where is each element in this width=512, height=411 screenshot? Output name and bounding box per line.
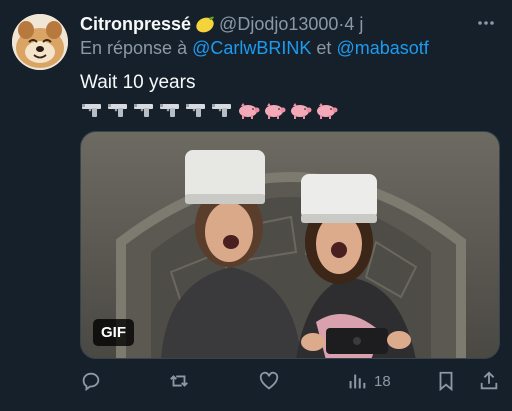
- tweet-text: Wait 10 years: [80, 72, 196, 93]
- water-pistol-emoji-icon: [134, 104, 153, 117]
- retweet-button[interactable]: [168, 366, 190, 396]
- bookmark-icon: [439, 371, 453, 392]
- more-options-button[interactable]: [474, 11, 498, 35]
- reply-context: En réponse à @CarlwBRINK et @mabasotf: [80, 38, 429, 59]
- share-icon: [480, 371, 498, 390]
- water-pistol-emoji-icon: [212, 104, 231, 117]
- emoji-row: [80, 100, 338, 120]
- water-pistol-emoji-icon: [160, 104, 179, 117]
- timestamp[interactable]: 4 j: [344, 14, 363, 35]
- avatar[interactable]: [12, 14, 68, 70]
- water-pistol-emoji-icon: [186, 104, 205, 117]
- views-count: 18: [374, 372, 391, 390]
- reply-button[interactable]: [80, 366, 102, 396]
- bookmark-button[interactable]: [435, 366, 457, 396]
- like-icon: [259, 371, 279, 390]
- gif-badge: GIF: [93, 319, 134, 346]
- reply-and: et: [316, 38, 332, 58]
- water-pistol-emoji-icon: [82, 104, 101, 117]
- pig-emoji-icon: [265, 103, 286, 119]
- mention-link[interactable]: @mabasotf: [336, 38, 428, 58]
- dog-avatar-icon: [12, 14, 68, 70]
- lemon-emoji-icon: [196, 16, 215, 33]
- gif-frame-image: [81, 132, 499, 358]
- water-pistol-emoji-icon: [108, 104, 127, 117]
- views-button[interactable]: 18: [346, 366, 391, 396]
- pig-emoji-icon: [239, 103, 260, 119]
- gif-media[interactable]: GIF: [80, 131, 500, 359]
- reply-prefix: En réponse à: [80, 38, 188, 58]
- tweet-header: Citronpressé @Djodjo13000 · 4 j: [80, 11, 498, 37]
- more-icon: [478, 21, 494, 25]
- action-bar: 18: [80, 366, 500, 396]
- retweet-icon: [170, 375, 188, 387]
- like-button[interactable]: [258, 366, 280, 396]
- views-icon: [349, 374, 366, 389]
- mention-link[interactable]: @CarlwBRINK: [192, 38, 311, 58]
- reply-icon: [82, 372, 100, 392]
- author-name[interactable]: Citronpressé: [80, 14, 191, 35]
- pig-emoji-icon: [317, 103, 338, 119]
- pig-emoji-icon: [291, 103, 312, 119]
- author-handle[interactable]: @Djodjo13000: [219, 14, 338, 35]
- share-button[interactable]: [478, 366, 500, 396]
